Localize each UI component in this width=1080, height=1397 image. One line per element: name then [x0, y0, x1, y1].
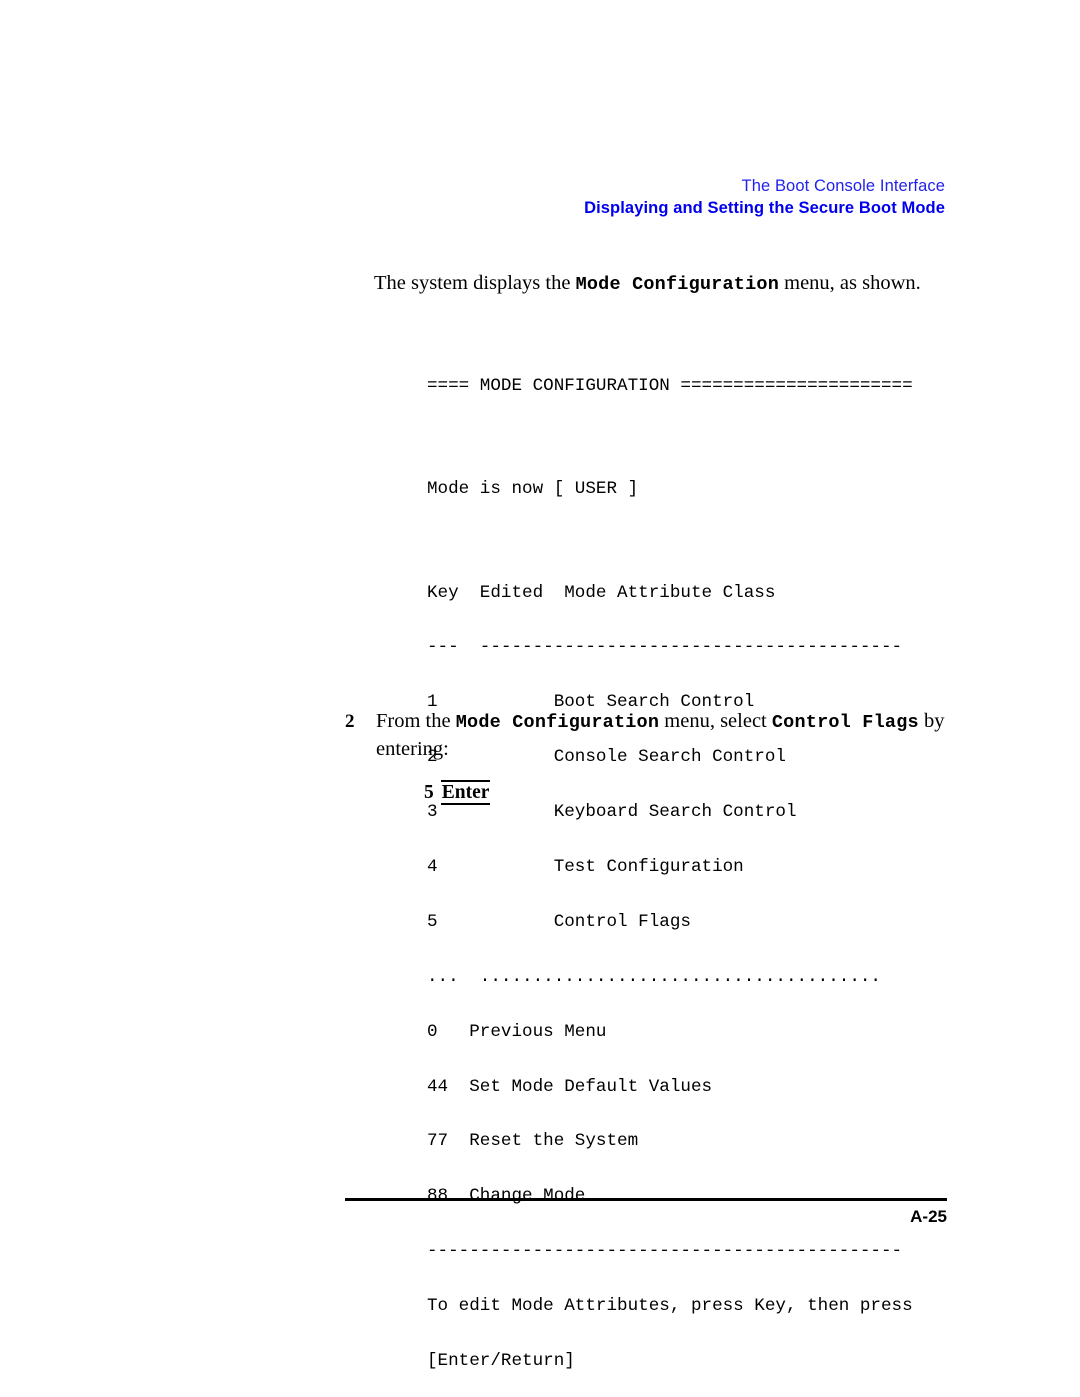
key-entry-value: 5: [424, 782, 434, 803]
header-chapter-title: The Boot Console Interface: [741, 177, 945, 195]
step-code-option-name: Control Flags: [771, 712, 919, 733]
intro-text-before: The system displays the: [374, 272, 576, 294]
terminal-row-command-77: 77 Reset the System: [427, 1131, 639, 1152]
terminal-row-attribute-4: 4 Test Configuration: [427, 857, 744, 878]
step-number: 2: [345, 711, 355, 732]
terminal-output-block: ==== MODE CONFIGURATION ================…: [427, 340, 913, 1397]
step-code-menu-name: Mode Configuration: [455, 712, 660, 733]
key-entry-line: 5 Enter: [424, 780, 491, 805]
terminal-line-dotted-rule: ... ....................................…: [427, 966, 881, 987]
terminal-line-mode-status: Mode is now [ USER ]: [427, 479, 639, 500]
step-text-1: From the: [376, 710, 456, 732]
terminal-row-attribute-3: 3 Keyboard Search Control: [427, 802, 797, 823]
document-page: The Boot Console Interface Displaying an…: [0, 0, 1080, 1397]
footer-divider: [345, 1198, 947, 1201]
terminal-line-prompt-2: [Enter/Return]: [427, 1351, 575, 1372]
terminal-blank-1: [427, 431, 913, 443]
terminal-line-title: ==== MODE CONFIGURATION ================…: [427, 375, 913, 396]
step-text-2: menu, select: [659, 710, 772, 732]
terminal-line-column-headers: Key Edited Mode Attribute Class: [427, 582, 776, 603]
step-body-text: From the Mode Configuration menu, select…: [376, 708, 955, 763]
procedure-step-2: 2 From the Mode Configuration menu, sele…: [345, 708, 955, 763]
terminal-row-command-0: 0 Previous Menu: [427, 1021, 607, 1042]
terminal-row-command-44: 44 Set Mode Default Values: [427, 1076, 713, 1097]
footer-page-number: A-25: [910, 1207, 947, 1226]
intro-paragraph: The system displays the Mode Configurati…: [374, 270, 974, 298]
header-section-title: Displaying and Setting the Secure Boot M…: [584, 199, 945, 217]
page-header: The Boot Console Interface Displaying an…: [345, 176, 945, 220]
terminal-line-footer-rule: ----------------------------------------…: [427, 1241, 903, 1262]
intro-code-menu-name: Mode Configuration: [575, 274, 779, 295]
terminal-line-prompt-1: To edit Mode Attributes, press Key, then…: [427, 1296, 913, 1317]
intro-text-after: menu, as shown.: [779, 272, 921, 294]
terminal-blank-2: [427, 535, 913, 547]
enter-key-cap: Enter: [440, 780, 491, 805]
terminal-line-header-rule: --- ------------------------------------…: [427, 637, 903, 658]
terminal-row-attribute-5: 5 Control Flags: [427, 911, 691, 932]
terminal-row-command-88: 88 Change Mode: [427, 1186, 586, 1207]
